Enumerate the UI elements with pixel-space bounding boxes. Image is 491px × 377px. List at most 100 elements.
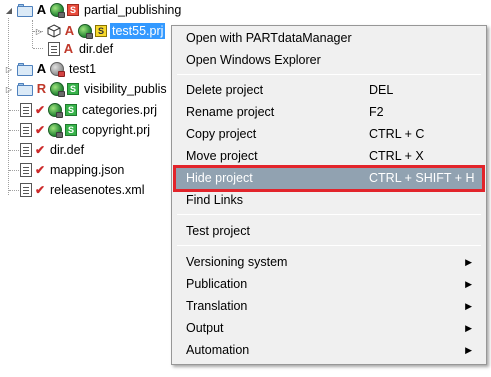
document-icon xyxy=(48,42,60,56)
menu-separator xyxy=(177,74,481,75)
tree-item-test1[interactable]: ▷ A test1 xyxy=(4,59,98,79)
tree-item-copyright[interactable]: ✔ S copyright.prj xyxy=(20,120,152,140)
menu-item-label: Open with PARTdataManager xyxy=(186,31,352,45)
tree-item-label: releasenotes.xml xyxy=(50,183,145,197)
document-icon xyxy=(20,123,32,137)
status-added-icon: A xyxy=(63,41,74,56)
tree-item-visibility-publishing[interactable]: ▷ R S visibility_publis xyxy=(4,79,169,99)
status-removed-icon: R xyxy=(36,81,47,96)
menu-item-copy-project[interactable]: Copy project CTRL + C xyxy=(174,123,484,145)
menu-item-test-project[interactable]: Test project xyxy=(174,220,484,242)
menu-item-label: Find Links xyxy=(186,193,243,207)
tree-connector xyxy=(8,18,9,195)
checkmark-icon: ✔ xyxy=(35,103,46,117)
status-added-icon: A xyxy=(36,2,47,17)
menu-item-label: Output xyxy=(186,321,224,335)
menu-item-label: Publication xyxy=(186,277,248,291)
submenu-arrow-icon: ▶ xyxy=(465,256,472,267)
context-menu: Open with PARTdataManager Open Windows E… xyxy=(171,25,487,365)
tree-connector xyxy=(32,20,33,48)
menu-item-label: Delete project xyxy=(186,83,264,97)
s-badge-icon: S xyxy=(67,83,79,95)
menu-item-shortcut: CTRL + C xyxy=(369,127,425,141)
submenu-arrow-icon: ▶ xyxy=(465,344,472,355)
menu-separator xyxy=(177,245,481,246)
tree-item-dir-def[interactable]: A dir.def xyxy=(48,39,115,59)
tree-item-releasenotes[interactable]: ✔ releasenotes.xml xyxy=(20,180,147,200)
menu-item-label: Translation xyxy=(186,299,248,313)
menu-item-find-links[interactable]: Find Links xyxy=(174,189,484,211)
globe-lock-icon xyxy=(48,123,63,138)
tree-connector xyxy=(9,110,19,111)
document-icon xyxy=(20,183,32,197)
tree-item-label: partial_publishing xyxy=(84,3,182,17)
tree-item-label: categories.prj xyxy=(82,103,158,117)
tree-item-test55[interactable]: ▷ A S test55.prj xyxy=(34,21,166,41)
status-added-icon: A xyxy=(36,61,47,76)
folder-icon xyxy=(17,62,33,76)
expand-icon[interactable]: ▷ xyxy=(4,79,14,99)
s-badge-icon: S xyxy=(65,104,77,116)
tree-item-label: test55.prj xyxy=(110,23,166,39)
s-badge-icon: S xyxy=(67,4,79,16)
menu-item-shortcut: CTRL + X xyxy=(369,149,424,163)
tree-item-categories[interactable]: ✔ S categories.prj xyxy=(20,100,159,120)
folder-icon xyxy=(17,82,33,96)
globe-lock-icon xyxy=(50,3,65,18)
tree-connector xyxy=(33,48,43,49)
checkmark-icon: ✔ xyxy=(35,123,46,137)
menu-item-shortcut: F2 xyxy=(369,105,384,119)
s-badge-icon: S xyxy=(65,124,77,136)
tree-item-label: copyright.prj xyxy=(82,123,151,137)
menu-item-translation[interactable]: Translation ▶ xyxy=(174,295,484,317)
menu-item-rename-project[interactable]: Rename project F2 xyxy=(174,101,484,123)
menu-item-label: Open Windows Explorer xyxy=(186,53,321,67)
cube-icon xyxy=(47,24,61,38)
submenu-arrow-icon: ▶ xyxy=(465,300,472,311)
tree-connector xyxy=(9,150,19,151)
menu-item-delete-project[interactable]: Delete project DEL xyxy=(174,79,484,101)
menu-item-move-project[interactable]: Move project CTRL + X xyxy=(174,145,484,167)
tree-item-dir-def-root[interactable]: ✔ dir.def xyxy=(20,140,86,160)
menu-item-automation[interactable]: Automation ▶ xyxy=(174,339,484,361)
menu-item-label: Automation xyxy=(186,343,250,357)
checkmark-icon: ✔ xyxy=(35,143,46,157)
menu-item-open-pdm[interactable]: Open with PARTdataManager xyxy=(174,27,484,49)
menu-item-label: Versioning system xyxy=(186,255,288,269)
tree-item-label: visibility_publis xyxy=(84,82,167,96)
checkmark-icon: ✔ xyxy=(35,183,46,197)
menu-item-output[interactable]: Output ▶ xyxy=(174,317,484,339)
menu-item-versioning-system[interactable]: Versioning system ▶ xyxy=(174,251,484,273)
document-icon xyxy=(20,143,32,157)
expand-icon[interactable]: ▷ xyxy=(34,21,44,41)
tree-connector xyxy=(9,190,19,191)
expand-icon[interactable]: ▷ xyxy=(4,59,14,79)
tree-item-label: dir.def xyxy=(79,42,114,56)
tree-item-label: mapping.json xyxy=(50,163,125,177)
menu-item-label: Copy project xyxy=(186,127,257,141)
globe-lock-icon xyxy=(50,82,65,97)
submenu-arrow-icon: ▶ xyxy=(465,278,472,289)
checkmark-icon: ✔ xyxy=(35,163,46,177)
menu-item-publication[interactable]: Publication ▶ xyxy=(174,273,484,295)
menu-item-open-explorer[interactable]: Open Windows Explorer xyxy=(174,49,484,71)
menu-item-shortcut: DEL xyxy=(369,83,394,97)
tree-connector xyxy=(9,170,19,171)
document-icon xyxy=(20,103,32,117)
tree-connector xyxy=(9,130,19,131)
highlight-frame xyxy=(173,165,485,192)
menu-separator xyxy=(177,214,481,215)
menu-item-label: Test project xyxy=(186,224,250,238)
s-badge-icon: S xyxy=(95,25,107,37)
menu-item-label: Move project xyxy=(186,149,258,163)
collapse-icon[interactable]: ◢ xyxy=(4,0,14,20)
menu-item-label: Rename project xyxy=(186,105,275,119)
tree-item-label: dir.def xyxy=(50,143,85,157)
globe-lock-icon xyxy=(50,62,65,77)
globe-lock-icon xyxy=(48,103,63,118)
tree-item-label: test1 xyxy=(69,62,97,76)
tree-item-partial-publishing[interactable]: ◢ A S partial_publishing xyxy=(4,0,183,20)
document-icon xyxy=(20,163,32,177)
tree-item-mapping-json[interactable]: ✔ mapping.json xyxy=(20,160,126,180)
folder-icon xyxy=(17,3,33,17)
